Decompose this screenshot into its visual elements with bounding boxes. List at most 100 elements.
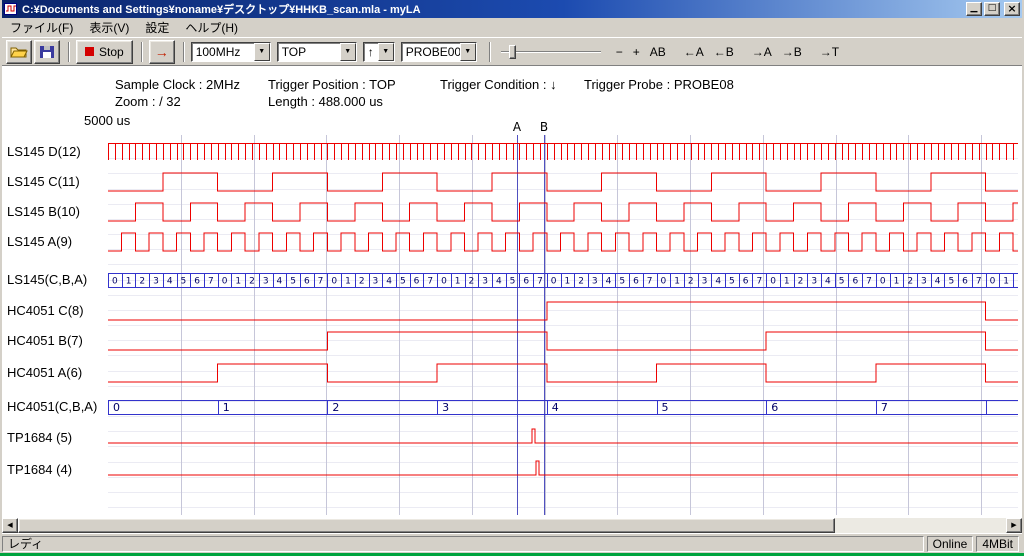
svg-text:1: 1 (784, 277, 790, 287)
chevron-down-icon[interactable]: ▼ (460, 43, 476, 61)
svg-text:2: 2 (249, 277, 255, 287)
minimize-button[interactable]: ▁ (966, 2, 982, 16)
hscrollbar-thumb[interactable] (18, 518, 835, 533)
svg-text:1: 1 (565, 277, 571, 287)
close-button[interactable]: × (1004, 2, 1020, 16)
scroll-left-icon[interactable]: ◀ (2, 518, 18, 533)
svg-text:5: 5 (400, 277, 406, 287)
svg-text:2: 2 (469, 277, 475, 287)
maximize-button[interactable]: □ (984, 2, 1000, 16)
svg-text:0: 0 (990, 277, 996, 287)
goto-trigger-button[interactable]: →T (815, 43, 844, 61)
cursor-ab-button[interactable]: AB (645, 43, 671, 61)
toolbar-separator (489, 42, 491, 62)
fwd-cursor-a-button[interactable]: →A (747, 43, 777, 61)
svg-text:A: A (513, 120, 522, 134)
status-memory-badge: 4MBit (976, 536, 1019, 552)
svg-text:5: 5 (510, 277, 516, 287)
chevron-down-icon[interactable]: ▼ (340, 43, 356, 61)
stop-label: Stop (99, 45, 124, 59)
svg-text:4: 4 (715, 277, 721, 287)
svg-text:4: 4 (386, 277, 392, 287)
run-button[interactable]: → (149, 40, 175, 64)
svg-text:0: 0 (880, 277, 886, 287)
menu-file[interactable]: ファイル(F) (2, 17, 81, 38)
chevron-down-icon[interactable]: ▼ (254, 43, 270, 61)
svg-text:7: 7 (756, 277, 762, 287)
svg-text:6: 6 (633, 277, 639, 287)
hscrollbar[interactable]: ◀ ▶ (2, 518, 1022, 533)
trigger-edge-value: ↑ (364, 43, 378, 61)
open-folder-icon (10, 45, 28, 59)
svg-text:3: 3 (373, 277, 379, 287)
window-title: C:¥Documents and Settings¥noname¥デスクトップ¥… (22, 1, 964, 17)
svg-text:7: 7 (208, 277, 214, 287)
channel-label: TP1684 (4) (7, 462, 72, 477)
menu-view[interactable]: 表示(V) (81, 17, 137, 38)
channel-label: LS145(C,B,A) (7, 272, 87, 287)
svg-text:1: 1 (894, 277, 900, 287)
svg-text:3: 3 (592, 277, 598, 287)
svg-text:6: 6 (194, 277, 200, 287)
svg-text:1: 1 (455, 277, 461, 287)
channel-label: HC4051 A(6) (7, 365, 82, 380)
sample-rate-value: 100MHz (192, 43, 254, 61)
svg-text:6: 6 (962, 277, 968, 287)
zoom-slider-handle[interactable] (509, 45, 516, 59)
zoom-out-button[interactable]: − (611, 43, 628, 61)
menu-help[interactable]: ヘルプ(H) (177, 17, 246, 38)
svg-text:1: 1 (1003, 277, 1009, 287)
svg-text:5: 5 (948, 277, 954, 287)
goto-cursor-b-button[interactable]: ←B (709, 43, 739, 61)
svg-text:5: 5 (290, 277, 296, 287)
svg-text:3: 3 (442, 401, 449, 414)
trigger-probe-value: PROBE00 (402, 43, 460, 61)
zoom-text: Zoom : / 32 (115, 94, 181, 109)
svg-text:5: 5 (662, 401, 669, 414)
svg-text:2: 2 (907, 277, 913, 287)
svg-text:0: 0 (551, 277, 557, 287)
trigger-position-select[interactable]: TOP ▼ (277, 42, 357, 62)
chevron-down-icon[interactable]: ▼ (378, 43, 394, 61)
svg-text:7: 7 (976, 277, 982, 287)
channel-label: LS145 B(10) (7, 204, 80, 219)
window-frame (0, 0, 2, 553)
fwd-cursor-b-button[interactable]: →B (777, 43, 807, 61)
svg-text:B: B (540, 120, 548, 134)
svg-text:6: 6 (771, 401, 778, 414)
goto-cursor-a-button[interactable]: ←A (679, 43, 709, 61)
channel-labels: LS145 D(12)LS145 C(11)LS145 B(10)LS145 A… (0, 0, 108, 553)
sample-rate-select[interactable]: 100MHz ▼ (191, 42, 271, 62)
zoom-slider[interactable] (497, 41, 605, 63)
open-file-button[interactable] (6, 40, 32, 64)
svg-text:4: 4 (496, 277, 502, 287)
svg-text:7: 7 (537, 277, 543, 287)
svg-text:3: 3 (811, 277, 817, 287)
svg-text:2: 2 (798, 277, 804, 287)
trigger-position-text: Trigger Position : TOP (268, 77, 396, 92)
zoom-slider-track (501, 51, 601, 53)
channel-label: LS145 D(12) (7, 144, 81, 159)
app-icon (4, 2, 18, 16)
svg-text:4: 4 (277, 277, 283, 287)
menu-settings[interactable]: 設定 (137, 17, 177, 38)
app-window: C:¥Documents and Settings¥noname¥デスクトップ¥… (0, 0, 1024, 553)
sample-clock-text: Sample Clock : 2MHz (115, 77, 240, 92)
toolbar: Stop → 100MHz ▼ TOP ▼ ↑ ▼ PROBE00 ▼ − + … (0, 37, 1024, 66)
svg-text:7: 7 (318, 277, 324, 287)
zoom-in-button[interactable]: + (628, 43, 645, 61)
trigger-probe-select[interactable]: PROBE00 ▼ (401, 42, 477, 62)
save-button[interactable] (34, 40, 60, 64)
svg-text:5: 5 (619, 277, 625, 287)
titlebar[interactable]: C:¥Documents and Settings¥noname¥デスクトップ¥… (0, 0, 1024, 18)
svg-text:4: 4 (167, 277, 173, 287)
scroll-right-icon[interactable]: ▶ (1006, 518, 1022, 533)
stop-button[interactable]: Stop (76, 40, 133, 64)
cursor-fwd-group: →A →B (747, 43, 807, 61)
svg-text:3: 3 (921, 277, 927, 287)
trigger-edge-select[interactable]: ↑ ▼ (363, 42, 395, 62)
svg-text:5: 5 (729, 277, 735, 287)
floppy-disk-icon (39, 45, 55, 59)
svg-text:4: 4 (606, 277, 612, 287)
channel-label: LS145 C(11) (7, 174, 80, 189)
